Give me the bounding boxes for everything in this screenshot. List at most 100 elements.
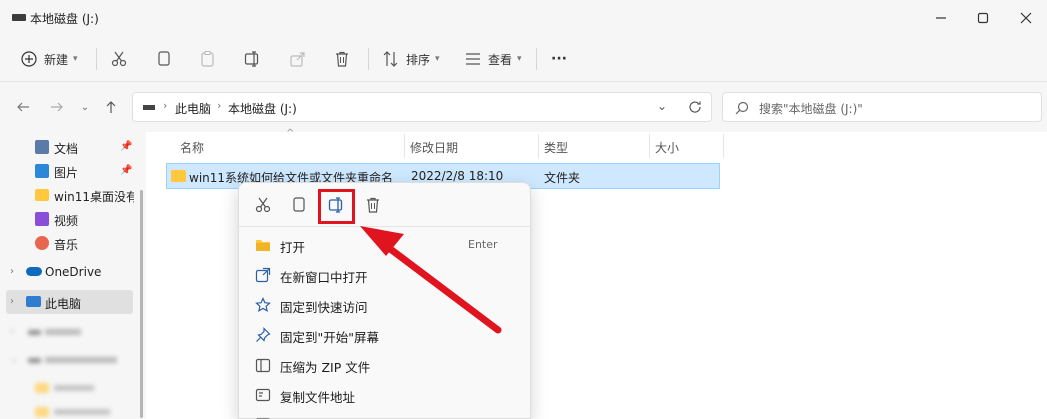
chevron-right-icon: › [10, 266, 14, 277]
search-placeholder: 搜索"本地磁盘 (J:)" [759, 102, 863, 116]
sidebar-item-pictures[interactable]: 图片 📌 [0, 159, 134, 183]
column-header-date[interactable]: 修改日期 [410, 139, 458, 156]
refresh-icon[interactable] [688, 100, 702, 114]
sidebar-item-onedrive[interactable]: › OneDrive [0, 260, 134, 284]
chevron-down-icon: ⌄ [80, 101, 90, 113]
delete-icon [336, 51, 348, 67]
copy-path-icon [255, 388, 271, 402]
new-button[interactable]: 新建 ▾ [20, 44, 78, 74]
rename-button[interactable] [244, 44, 262, 74]
context-copy-button[interactable] [286, 193, 312, 217]
pictures-icon [35, 164, 49, 178]
menu-item-pin-quick-access[interactable]: 固定到快速访问 [239, 290, 532, 320]
maximize-icon [977, 12, 989, 24]
drive-icon [28, 358, 41, 363]
chevron-down-icon: ▾ [435, 54, 440, 64]
menu-item-open-new-window[interactable]: 在新窗口中打开 [239, 260, 532, 290]
menu-item-open[interactable]: 打开 Enter [239, 230, 532, 260]
search-input[interactable]: 搜索"本地磁盘 (J:)" [722, 92, 1042, 122]
sidebar-item-folder-blurred[interactable] [0, 376, 134, 400]
navigation-pane: 文档 📌 图片 📌 win11桌面没有 视频 音乐 › OneDrive › 此… [0, 132, 146, 419]
drive-icon [28, 330, 41, 335]
share-icon [290, 52, 305, 67]
menu-item-pin-start[interactable]: 固定到"开始"屏幕 [239, 320, 532, 350]
sidebar-item-videos[interactable]: 视频 [0, 207, 134, 231]
divider [368, 48, 369, 70]
paste-icon [201, 51, 214, 67]
chevron-down-icon: ▾ [73, 54, 78, 64]
minimize-icon [936, 17, 946, 19]
menu-item-copy-path[interactable]: 复制文件地址 [239, 380, 532, 410]
column-header-name[interactable]: 名称 [180, 139, 204, 156]
cut-button[interactable] [110, 44, 128, 74]
share-button[interactable] [289, 44, 307, 74]
column-divider [723, 134, 724, 158]
drive-icon [143, 105, 155, 110]
sidebar-item-drive-blurred[interactable]: › [0, 320, 134, 344]
pin-icon: 📌 [120, 141, 133, 152]
recent-button[interactable]: ⌄ [74, 96, 96, 118]
pc-icon [26, 296, 41, 307]
delete-icon [367, 197, 379, 213]
address-dropdown-icon[interactable]: ⌄ [657, 99, 667, 113]
copy-icon [293, 197, 305, 212]
address-bar[interactable]: › 此电脑 › 本地磁盘 (J:) ⌄ [132, 92, 712, 122]
view-label: 查看 [488, 52, 513, 67]
file-date: 2022/2/8 18:10 [411, 169, 504, 183]
context-menu-quick-actions [239, 183, 532, 227]
copy-button[interactable] [155, 44, 173, 74]
sort-indicator-icon: ^ [286, 128, 295, 139]
star-icon [255, 297, 271, 312]
blurred-label [54, 409, 110, 415]
drive-icon [12, 14, 26, 21]
pin-icon [256, 327, 271, 342]
context-delete-button[interactable] [360, 193, 386, 217]
arrow-up-icon [106, 101, 116, 113]
sidebar-item-music[interactable]: 音乐 [0, 231, 134, 255]
chevron-right-icon: › [163, 99, 168, 112]
divider [96, 48, 97, 70]
chevron-right-icon: › [217, 99, 222, 112]
arrow-right-icon [51, 102, 63, 112]
breadcrumb-pc[interactable]: 此电脑 [175, 100, 211, 117]
context-cut-button[interactable] [250, 193, 276, 217]
chevron-down-icon: ▾ [517, 54, 522, 64]
sidebar-item-win11-folder[interactable]: win11桌面没有 [0, 183, 134, 207]
view-button[interactable]: 查看 ▾ [464, 44, 522, 74]
sidebar-item-this-pc[interactable]: › 此电脑 [6, 290, 133, 314]
context-menu: 打开 Enter 在新窗口中打开 固定到快速访问 固定到"开始"屏幕 压缩为 Z… [238, 182, 532, 419]
column-divider [538, 134, 539, 158]
sort-button[interactable]: 排序 ▾ [382, 44, 440, 74]
close-button[interactable] [1006, 6, 1046, 30]
sidebar-scrollbar[interactable] [140, 190, 143, 418]
column-divider [404, 134, 405, 158]
breadcrumb-drive[interactable]: 本地磁盘 (J:) [228, 100, 297, 117]
music-icon [35, 236, 49, 250]
minimize-button[interactable] [921, 6, 961, 30]
file-explorer-window: 本地磁盘 (J:) 新建 ▾ 排序 ▾ 查看 ▾ ··· ⌄ › 此电脑 › 本… [0, 0, 1047, 419]
paste-button[interactable] [199, 44, 217, 74]
back-button[interactable] [12, 96, 34, 118]
sidebar-item-drive-blurred[interactable]: ⌄ [0, 348, 134, 372]
menu-item-compress-zip[interactable]: 压缩为 ZIP 文件 [239, 350, 532, 380]
cut-icon [255, 197, 271, 213]
column-header-size[interactable]: 大小 [655, 139, 679, 156]
folder-icon [35, 383, 49, 393]
sidebar-item-folder-blurred[interactable] [0, 400, 134, 419]
command-bar: 新建 ▾ 排序 ▾ 查看 ▾ ··· [0, 36, 1047, 82]
delete-button[interactable] [333, 44, 351, 74]
folder-open-icon [256, 240, 270, 251]
folder-icon [35, 189, 49, 201]
more-button[interactable]: ··· [551, 44, 567, 74]
shortcut-label: Enter [468, 238, 498, 251]
up-button[interactable] [100, 96, 122, 118]
sidebar-item-documents[interactable]: 文档 📌 [0, 135, 134, 159]
search-icon [735, 101, 749, 115]
divider [536, 48, 537, 70]
column-header-type[interactable]: 类型 [544, 139, 568, 156]
forward-button[interactable] [46, 96, 68, 118]
onedrive-icon [26, 267, 42, 276]
folder-icon [171, 170, 186, 182]
menu-item-partial[interactable] [239, 409, 532, 419]
maximize-button[interactable] [963, 6, 1003, 30]
